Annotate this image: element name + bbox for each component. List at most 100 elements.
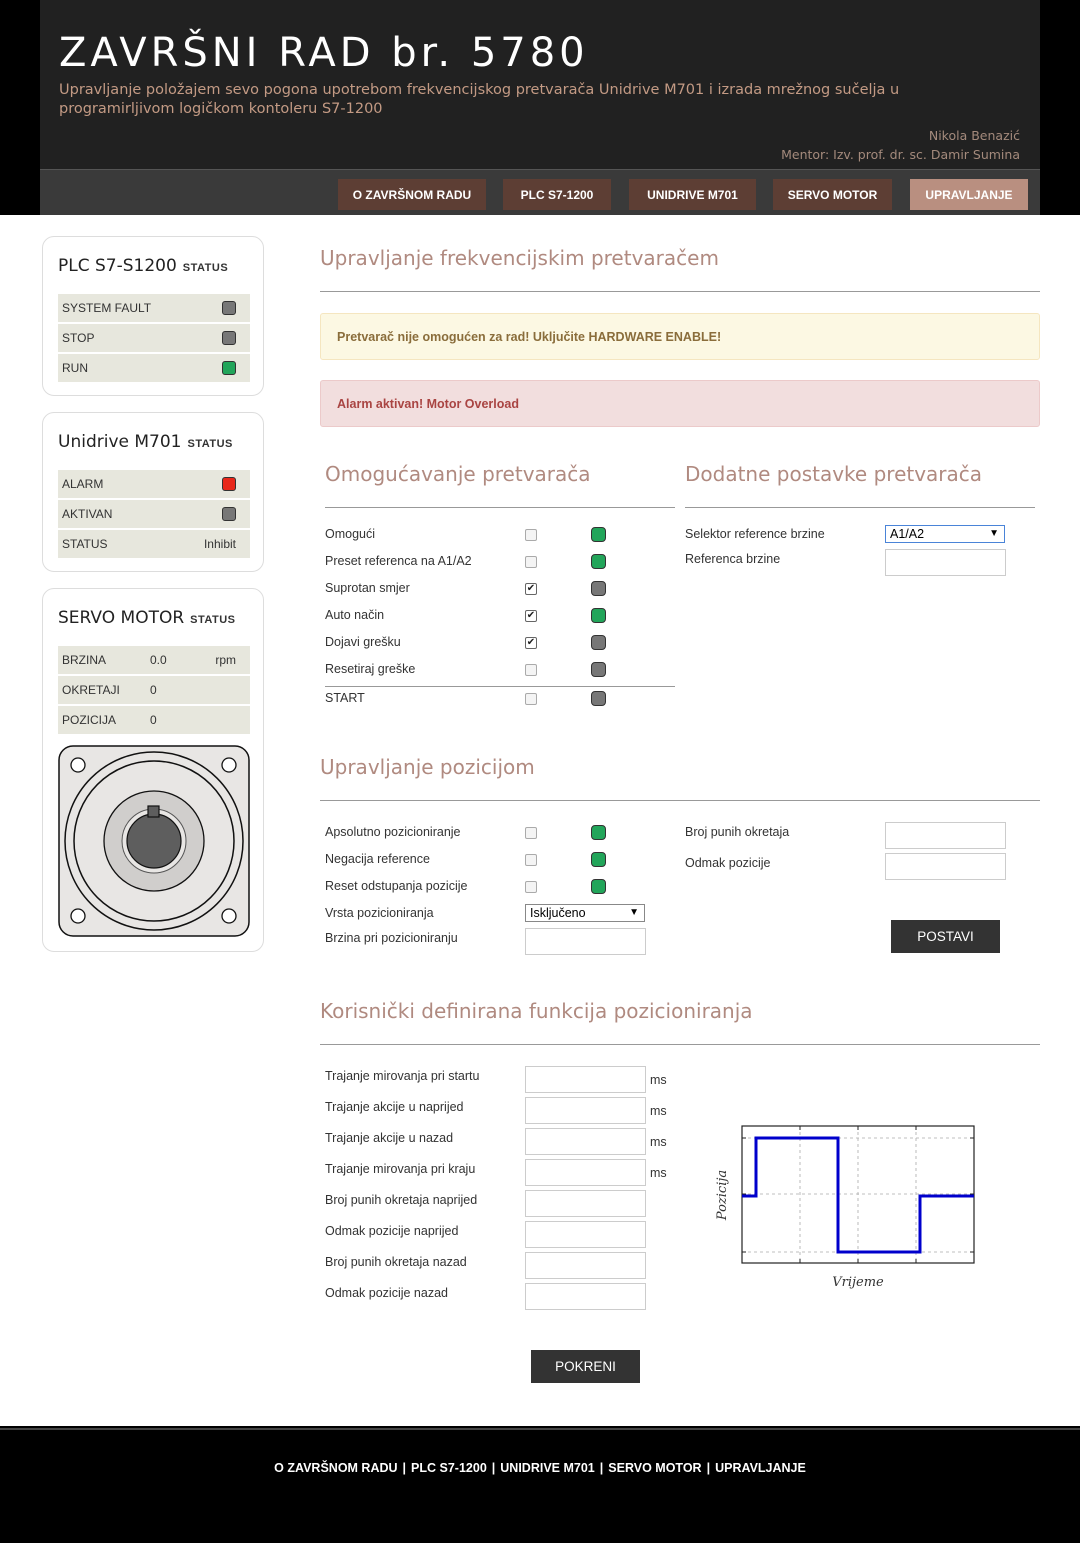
custom-field-label: Trajanje mirovanja pri kraju [325,1162,476,1176]
status-value: Inhibit [203,537,236,551]
auto-mode-label: Auto način [325,608,385,622]
divider [320,291,1040,292]
backward-action-duration-input[interactable] [525,1128,646,1155]
status-row-label: STOP [62,331,95,345]
status-row-alarm: ALARM [58,470,250,498]
custom-field-label: Broj punih okretaja naprijed [325,1193,478,1207]
start-label: START [325,691,365,705]
forward-revolutions-input[interactable] [525,1190,646,1217]
position-profile-plot: Pozicija Vrijeme [708,1120,988,1305]
position-offset-input[interactable] [885,853,1006,880]
revolutions-value: 0 [150,683,157,697]
nav-o-zavrsnom-radu[interactable]: O ZAVRŠNOM RADU [338,179,486,210]
nav-bar: O ZAVRŠNOM RADU PLC S7-1200 UNIDRIVE M70… [40,169,1040,215]
chevron-down-icon: ▼ [629,907,639,918]
footer-separator: | [706,1461,711,1475]
report-error-checkbox[interactable]: ✔ [525,637,537,649]
reset-errors-checkbox[interactable] [525,664,537,676]
negate-reference-label: Negacija reference [325,852,430,866]
backward-revolutions-input[interactable] [525,1252,646,1279]
status-row-label: SYSTEM FAULT [62,301,152,315]
status-row-label: AKTIVAN [62,507,113,521]
status-row-okretaji: OKRETAJI 0 [58,676,250,704]
start-checkbox[interactable] [525,693,537,705]
unit-label: ms [650,1135,667,1149]
footer-link-servo-motor[interactable]: SERVO MOTOR [608,1461,701,1475]
plot-x-label: Vrijeme [832,1275,884,1290]
positioning-speed-input[interactable] [525,928,646,955]
reset-deviation-checkbox[interactable] [525,881,537,893]
forward-action-duration-input[interactable] [525,1097,646,1124]
header: ZAVRŠNI RAD br. 5780 Upravljanje položaj… [40,0,1040,215]
status-row-stop: STOP [58,324,250,352]
status-row-label: ALARM [62,477,104,491]
full-revolutions-input[interactable] [885,822,1006,849]
main-content: PLC S7-S1200 STATUS SYSTEM FAULT STOP RUN… [0,215,1080,1426]
positioning-type-value: Isključeno [530,906,586,920]
unidrive-title-text: Unidrive M701 [58,432,182,452]
enable-checkbox[interactable] [525,529,537,541]
speed-selector-select[interactable]: A1/A2 ▼ [885,525,1005,543]
positioning-speed-label: Brzina pri pozicioniranju [325,931,458,945]
nav-unidrive[interactable]: UNIDRIVE M701 [629,179,756,210]
extra-section-title: Dodatne postavke pretvarača [685,462,983,486]
status-label: STATUS [190,614,236,626]
positioning-type-select[interactable]: Isključeno ▼ [525,904,645,922]
unit-label: ms [650,1104,667,1118]
plot-y-label: Pozicija [715,1170,730,1221]
servo-title-text: SERVO MOTOR [58,608,185,628]
reverse-indicator [591,581,606,596]
footer: O ZAVRŠNOM RADU | PLC S7-1200 | UNIDRIVE M70… [0,1428,1080,1543]
forward-offset-input[interactable] [525,1221,646,1248]
nav-plc[interactable]: PLC S7-1200 [503,179,611,210]
start-idle-duration-input[interactable] [525,1066,646,1093]
status-row-label: OKRETAJI [62,683,120,697]
divider [685,507,1035,508]
nav-upravljanje[interactable]: UPRAVLJANJE [910,179,1028,210]
preset-checkbox[interactable] [525,556,537,568]
pokreni-button[interactable]: POKRENI [531,1350,640,1383]
footer-link-unidrive[interactable]: UNIDRIVE M701 [500,1461,594,1475]
custom-field-label: Odmak pozicije naprijed [325,1224,459,1238]
report-error-label: Dojavi grešku [325,635,401,649]
end-idle-duration-input[interactable] [525,1159,646,1186]
unidrive-status-panel: Unidrive M701 STATUS ALARM AKTIVAN STATUS… [42,412,264,572]
position-section-title: Upravljanje pozicijom [320,755,535,779]
status-row-pozicija: POZICIJA 0 [58,706,250,734]
status-row-status: STATUS Inhibit [58,530,250,558]
status-row-label: BRZINA [62,653,107,667]
custom-field-label: Broj punih okretaja nazad [325,1255,467,1269]
reverse-checkbox[interactable]: ✔ [525,583,537,595]
unit-label: ms [650,1073,667,1087]
status-row-label: RUN [62,361,88,375]
backward-offset-input[interactable] [525,1283,646,1310]
speed-ref-input[interactable] [885,549,1006,576]
unidrive-panel-title: Unidrive M701 STATUS [58,432,233,452]
unit-label: ms [650,1166,667,1180]
nav-servo-motor[interactable]: SERVO MOTOR [773,179,892,210]
auto-mode-checkbox[interactable]: ✔ [525,610,537,622]
postavi-button[interactable]: POSTAVI [891,920,1000,953]
status-label: STATUS [182,262,229,274]
speed-unit: rpm [215,653,236,667]
custom-field-label: Trajanje akcije u nazad [325,1131,454,1145]
divider [320,800,1040,801]
footer-links: O ZAVRŠNOM RADU | PLC S7-1200 | UNIDRIVE M70… [0,1461,1080,1475]
footer-link-o-zavrsnom-radu[interactable]: O ZAVRŠNOM RADU [274,1461,397,1475]
auto-mode-indicator [591,608,606,623]
divider [325,507,675,508]
enable-indicator [591,527,606,542]
status-label: STATUS [187,438,233,450]
status-led [222,331,236,345]
custom-section-title: Korisnički definirana funkcija pozicioni… [320,999,753,1023]
position-offset-label: Odmak pozicije [685,856,771,870]
negate-reference-checkbox[interactable] [525,854,537,866]
status-led [222,301,236,315]
absolute-positioning-label: Apsolutno pozicioniranje [325,825,461,839]
absolute-positioning-checkbox[interactable] [525,827,537,839]
footer-link-upravljanje[interactable]: UPRAVLJANJE [715,1461,806,1475]
footer-link-plc[interactable]: PLC S7-1200 [411,1461,487,1475]
negate-reference-indicator [591,852,606,867]
custom-field-label: Trajanje akcije u naprijed [325,1100,464,1114]
preset-indicator [591,554,606,569]
